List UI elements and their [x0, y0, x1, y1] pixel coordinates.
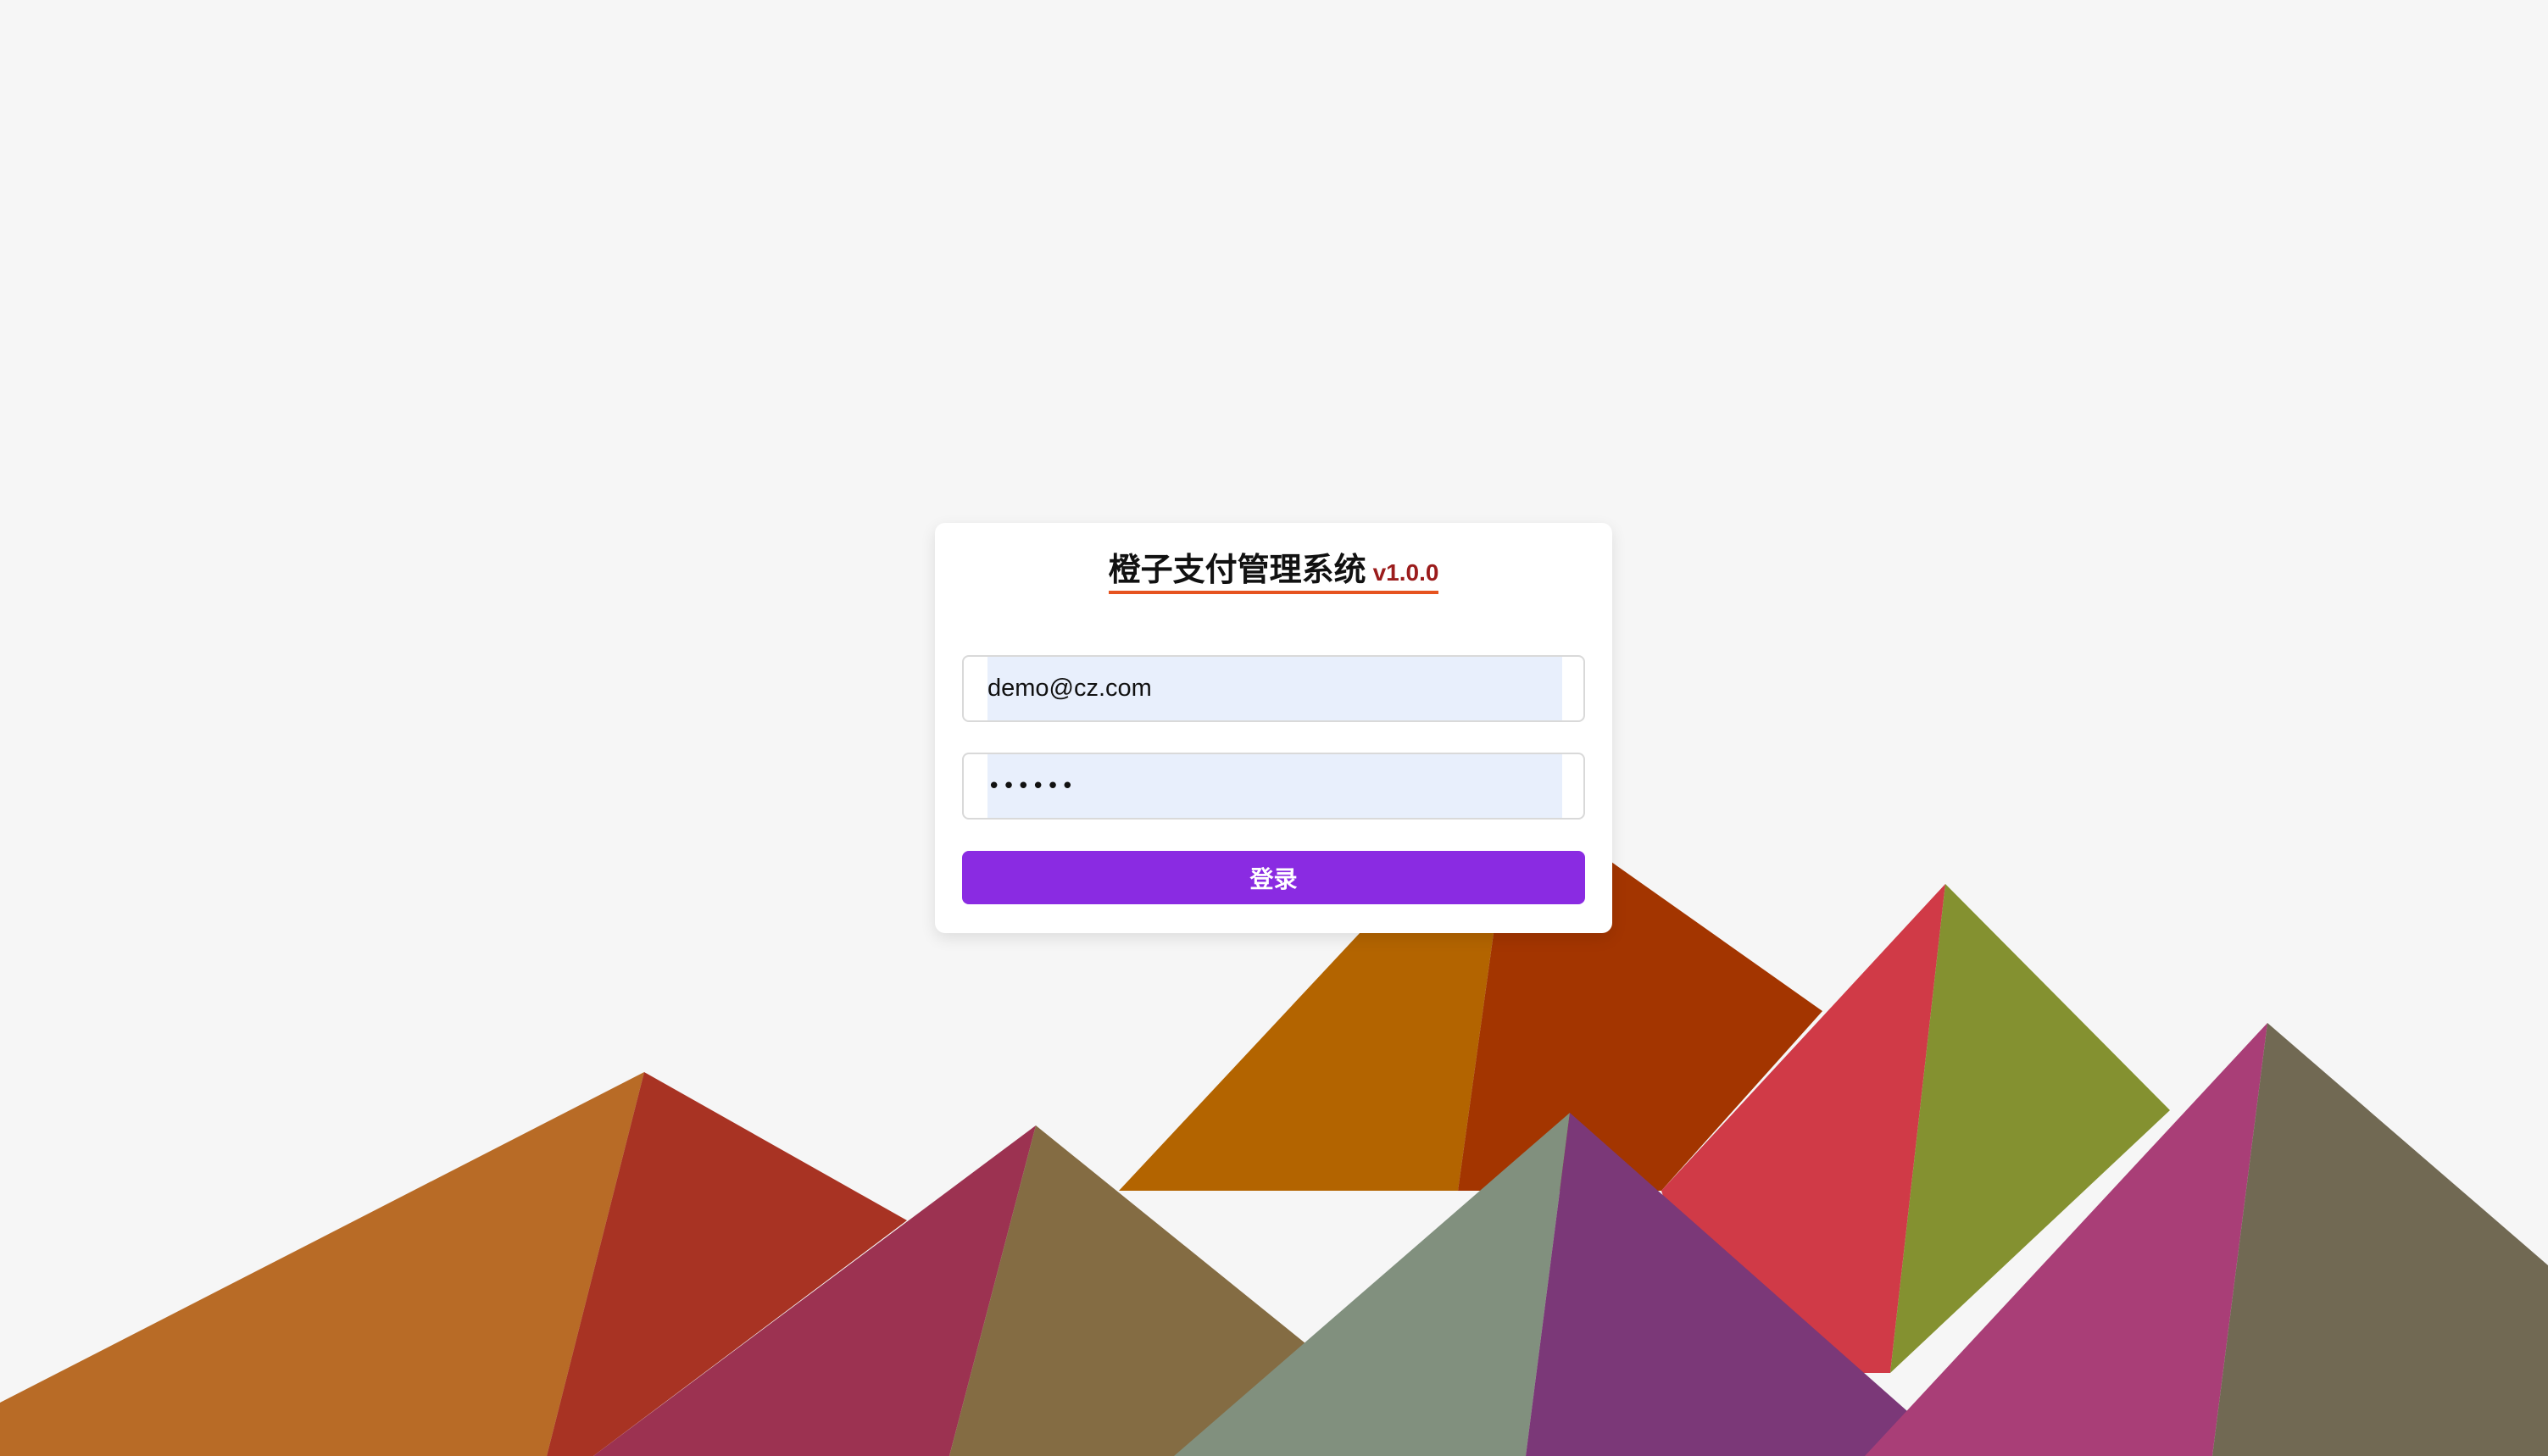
- login-card: 橙子支付管理系统v1.0.0 登录: [935, 523, 1612, 933]
- email-input[interactable]: [987, 657, 1562, 720]
- version-badge: v1.0.0: [1372, 559, 1439, 586]
- password-field[interactable]: [962, 753, 1585, 820]
- title-underline: 橙子支付管理系统 v1.0.0: [1108, 551, 1439, 594]
- password-input[interactable]: [987, 754, 1562, 818]
- app-title: 橙子支付管理系统: [1108, 551, 1366, 588]
- mountain-left-orange: [0, 1072, 644, 1456]
- login-page: 橙子支付管理系统v1.0.0 登录: [0, 0, 2548, 1456]
- email-field[interactable]: [962, 655, 1585, 722]
- login-button[interactable]: 登录: [962, 851, 1585, 904]
- card-header: 橙子支付管理系统 v1.0.0: [935, 553, 1612, 594]
- mountain-right-taupe: [2212, 1023, 2548, 1456]
